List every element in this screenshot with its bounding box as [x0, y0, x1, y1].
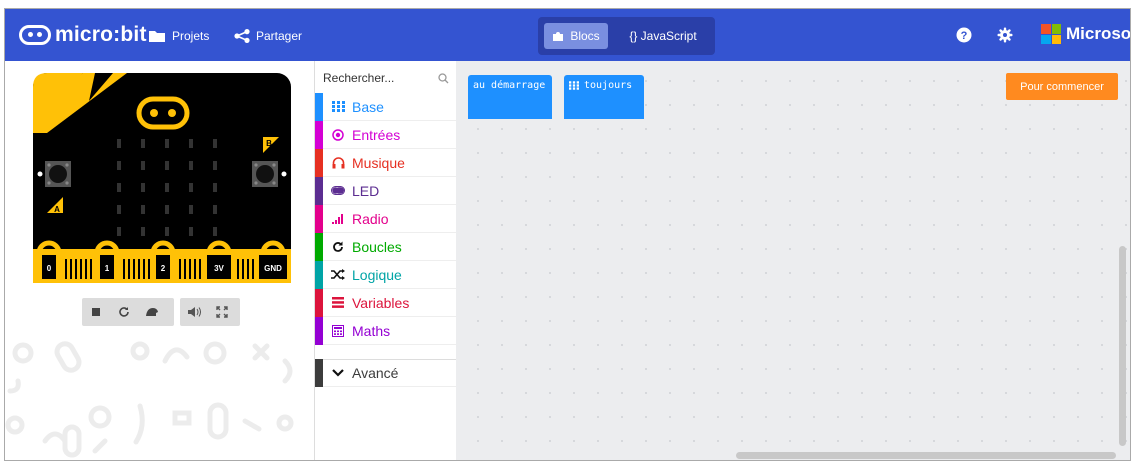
category-maths[interactable]: Maths	[315, 316, 457, 345]
pin-label-3v: 3V	[214, 264, 224, 273]
category-variables[interactable]: Variables	[315, 288, 457, 317]
restart-button[interactable]	[110, 298, 138, 326]
button-b[interactable]	[252, 161, 278, 187]
stop-icon	[92, 308, 100, 316]
category-label: Radio	[352, 210, 389, 227]
editor-mode-toggle: Blocs {} JavaScript	[538, 17, 715, 55]
mute-button[interactable]	[180, 298, 208, 326]
simulator-run-controls	[82, 298, 174, 326]
simulator-panel: A B 0 1 2 3V GND	[5, 61, 314, 460]
horizontal-scrollbar[interactable]	[736, 452, 1116, 459]
forever-block-body	[564, 95, 644, 119]
get-started-button[interactable]: Pour commencer	[1006, 73, 1118, 100]
category-musique[interactable]: Musique	[315, 148, 457, 177]
vertical-scrollbar[interactable]	[1119, 246, 1126, 446]
button-b-label: B	[266, 139, 272, 148]
fullscreen-button[interactable]	[208, 298, 236, 326]
pin-label-gnd: GND	[264, 264, 282, 273]
projects-button[interactable]: Projets	[148, 27, 209, 45]
blocks-mode-button[interactable]: Blocs	[544, 23, 608, 49]
category-label: Avancé	[352, 365, 399, 381]
restart-icon	[119, 307, 129, 317]
stop-button[interactable]	[82, 298, 110, 326]
projects-label: Projets	[172, 29, 210, 43]
pin-label-2: 2	[161, 264, 166, 273]
simulator-controls	[82, 298, 240, 326]
category-label: Entrées	[352, 126, 401, 143]
grid-icon	[331, 100, 345, 114]
category-radio[interactable]: Radio	[315, 204, 457, 233]
category-label: Variables	[352, 294, 410, 311]
chevron-down-icon	[331, 366, 345, 380]
pin-label-1: 1	[105, 264, 110, 273]
microbit-board: A B 0 1 2 3V GND	[33, 73, 291, 283]
puzzle-icon	[553, 32, 564, 41]
slowmo-icon	[146, 308, 158, 316]
slowmo-button[interactable]	[138, 298, 166, 326]
toolbox: Rechercher... Base Entrées Musique LED R…	[314, 61, 457, 460]
toggle-icon	[331, 184, 345, 198]
category-base[interactable]: Base	[315, 92, 457, 121]
fullscreen-icon	[216, 306, 228, 318]
toolbox-search[interactable]: Rechercher...	[319, 67, 453, 89]
calculator-icon	[331, 324, 345, 338]
forever-block-label: toujours	[584, 79, 633, 91]
search-input[interactable]: Rechercher...	[323, 71, 394, 85]
category-label: Logique	[352, 266, 402, 283]
grid-icon	[569, 80, 579, 90]
editor-window: micro:bit Projets Partager Blocs {} Java…	[4, 8, 1131, 461]
help-button[interactable]: ?	[955, 26, 973, 44]
button-a[interactable]	[45, 161, 71, 187]
on-start-block-label: au démarrage	[468, 75, 552, 95]
category-label: Maths	[352, 322, 391, 339]
javascript-mode-button[interactable]: {} JavaScript	[620, 23, 706, 49]
top-bar: micro:bit Projets Partager Blocs {} Java…	[5, 9, 1130, 61]
on-start-block-body	[468, 95, 552, 119]
gear-icon	[997, 27, 1013, 43]
folder-icon	[149, 31, 165, 42]
category-label: Base	[352, 98, 384, 115]
share-icon	[234, 29, 250, 43]
on-start-block[interactable]: au démarrage	[468, 75, 552, 119]
logo-text: micro:bit	[55, 23, 147, 46]
headphones-icon	[331, 156, 345, 170]
category-boucles[interactable]: Boucles	[315, 232, 457, 261]
settings-button[interactable]	[996, 26, 1014, 44]
category-logique[interactable]: Logique	[315, 260, 457, 289]
input-circle-icon	[331, 128, 345, 142]
button-a-label: A	[54, 205, 60, 214]
category-label: Boucles	[352, 238, 402, 255]
refresh-icon	[331, 240, 345, 254]
microsoft-label: Microsoft	[1066, 24, 1131, 43]
microsoft-link[interactable]: Microsoft	[1041, 24, 1131, 44]
category-label: LED	[352, 182, 380, 199]
share-button[interactable]: Partager	[234, 27, 302, 45]
blocks-workspace[interactable]: au démarrage toujours Pour commencer	[456, 61, 1130, 460]
shuffle-icon	[331, 268, 345, 282]
mute-icon	[188, 307, 201, 317]
category-entrees[interactable]: Entrées	[315, 120, 457, 149]
help-icon: ?	[956, 27, 972, 43]
forever-block-head: toujours	[564, 75, 644, 95]
forever-block[interactable]: toujours	[564, 75, 644, 119]
search-icon	[438, 72, 449, 83]
lines-icon	[331, 296, 345, 310]
category-label: Musique	[352, 154, 405, 171]
share-label: Partager	[256, 29, 303, 43]
pin-label-0: 0	[47, 264, 52, 273]
microbit-logo[interactable]: micro:bit	[19, 22, 147, 48]
javascript-mode-label: {} JavaScript	[629, 29, 697, 43]
blocks-mode-label: Blocs	[570, 29, 600, 43]
microbit-logo-icon	[19, 25, 51, 45]
category-advanced[interactable]: Avancé	[315, 359, 457, 387]
signal-bars-icon	[331, 212, 345, 226]
category-led[interactable]: LED	[315, 176, 457, 205]
simulator-view-controls	[180, 298, 240, 326]
microsoft-logo-icon	[1041, 24, 1061, 44]
svg-text:?: ?	[961, 30, 968, 42]
